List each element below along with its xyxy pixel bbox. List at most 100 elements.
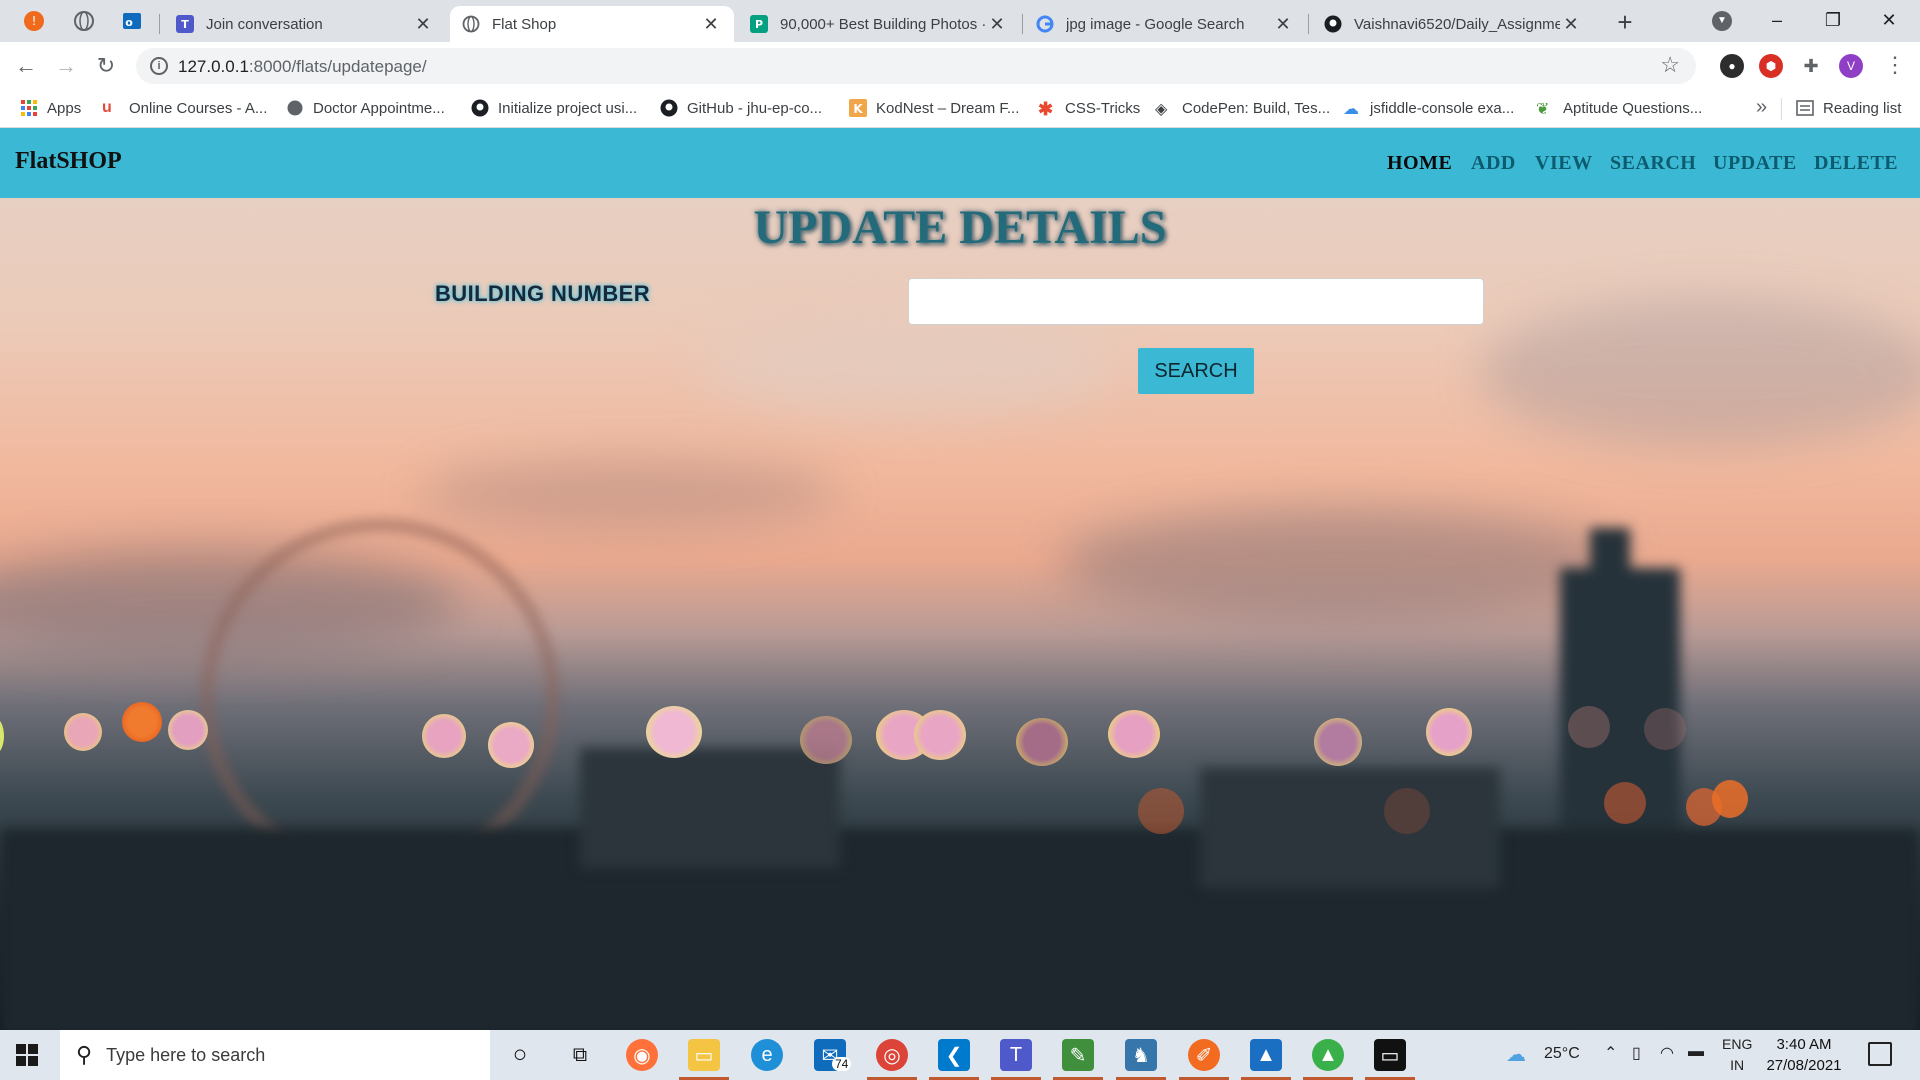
android-studio-icon[interactable]: ▲ [1312, 1039, 1344, 1071]
nav-add[interactable]: ADD [1471, 152, 1516, 175]
svg-text:T: T [181, 18, 189, 31]
task-view-icon[interactable]: ⧉ [564, 1039, 596, 1071]
extensions-puzzle-icon[interactable]: ✚ [1799, 54, 1823, 78]
tab-close-button[interactable]: ✕ [1272, 14, 1294, 35]
new-tab-button[interactable]: + [1610, 8, 1640, 38]
tab-title: 90,000+ Best Building Photos · [780, 15, 986, 33]
vscode-icon[interactable]: ❮ [938, 1039, 970, 1071]
outlook-icon: o [123, 13, 141, 29]
nav-view[interactable]: VIEW [1535, 152, 1593, 175]
bookmark-online-courses[interactable]: u Online Courses - A... [102, 99, 267, 117]
system-clock[interactable]: 3:40 AM 27/08/2021 [1766, 1034, 1842, 1076]
udemy-icon: u [102, 99, 112, 116]
battery-icon[interactable]: ▬ [1688, 1043, 1704, 1061]
svg-text:!: ! [32, 14, 37, 28]
terminal-icon[interactable]: ▭ [1374, 1039, 1406, 1071]
nav-delete[interactable]: DELETE [1814, 152, 1898, 175]
reload-button[interactable]: ↻ [90, 50, 122, 82]
reading-list-button[interactable]: Reading list [1796, 99, 1901, 117]
nav-update[interactable]: UPDATE [1713, 152, 1797, 175]
bookmark-initialize-project[interactable]: Initialize project usi... [471, 99, 637, 117]
minimize-button[interactable]: – [1754, 4, 1800, 36]
bookmark-css-tricks[interactable]: ✱ CSS-Tricks [1038, 99, 1140, 119]
bookmark-jsfiddle[interactable]: ☁ jsfiddle-console exa... [1343, 99, 1514, 119]
weather-temp[interactable]: 25°C [1544, 1045, 1580, 1063]
bookmark-codepen[interactable]: ◈ CodePen: Build, Tes... [1155, 99, 1330, 119]
bookmark-github-jhu[interactable]: GitHub - jhu-ep-co... [660, 99, 822, 117]
github-icon [1324, 15, 1342, 33]
close-window-button[interactable]: ✕ [1866, 4, 1912, 36]
cortana-icon[interactable]: ○ [504, 1039, 536, 1071]
windows-start-icon[interactable] [16, 1044, 38, 1066]
site-brand[interactable]: FlatSHOP [15, 148, 122, 175]
tray-chevron-icon[interactable]: ⌃ [1604, 1043, 1617, 1063]
python-icon[interactable]: ♞ [1125, 1039, 1157, 1071]
github-icon [660, 99, 678, 117]
pinned-tab-globe[interactable] [64, 6, 104, 36]
reading-list-icon [1796, 99, 1814, 117]
tab-join-conversation[interactable]: T Join conversation ✕ [164, 6, 446, 42]
notepad-plus-icon[interactable]: ✎ [1062, 1039, 1094, 1071]
bookmark-aptitude[interactable]: ❦ Aptitude Questions... [1536, 99, 1702, 119]
info-icon[interactable]: i [150, 57, 168, 75]
tab-building-photos[interactable]: P 90,000+ Best Building Photos · ✕ [738, 6, 1020, 42]
page-viewport: FlatSHOP HOME ADD VIEW SEARCH UPDATE DEL… [0, 128, 1920, 1030]
wifi-icon[interactable]: ◠ [1660, 1043, 1674, 1063]
chrome-icon[interactable]: ◎ [876, 1039, 908, 1071]
forward-button[interactable]: → [50, 50, 82, 82]
tab-close-button[interactable]: ✕ [1560, 14, 1582, 35]
tab-title: Flat Shop [492, 15, 557, 33]
bookmark-apps[interactable]: Apps [20, 99, 81, 117]
clock-time: 3:40 AM [1776, 1036, 1832, 1053]
notification-center-icon[interactable] [1868, 1042, 1892, 1066]
edge-icon[interactable]: e [751, 1039, 783, 1071]
brackets-icon[interactable]: ✐ [1188, 1039, 1220, 1071]
firefox-icon[interactable]: ◉ [626, 1039, 658, 1071]
taskbar-search-box[interactable]: ⚲ Type here to search [60, 1030, 490, 1080]
nav-search[interactable]: SEARCH [1610, 152, 1696, 175]
building-number-input[interactable] [908, 278, 1484, 325]
kodnest-icon: K [849, 99, 867, 117]
spy-extension-icon[interactable]: ● [1720, 54, 1744, 78]
pinned-tab-brave[interactable]: ! [14, 6, 54, 36]
url-text[interactable]: 127.0.0.1:8000/flats/updatepage/ [178, 57, 427, 77]
search-icon: ⚲ [76, 1042, 93, 1067]
restore-button[interactable]: ❐ [1810, 4, 1856, 36]
back-button[interactable]: ← [10, 50, 42, 82]
tab-close-button[interactable]: ✕ [986, 14, 1008, 35]
jsfiddle-cloud-icon: ☁ [1343, 101, 1359, 118]
svg-text:P: P [755, 18, 763, 31]
teams-icon: T [176, 15, 194, 33]
search-button[interactable]: SEARCH [1138, 348, 1254, 394]
bookmark-kodnest[interactable]: K KodNest – Dream F... [849, 99, 1019, 117]
svg-text:o: o [125, 16, 133, 29]
address-bar[interactable]: i 127.0.0.1:8000/flats/updatepage/ ☆ [136, 48, 1696, 84]
pexels-icon: P [750, 15, 768, 33]
pinned-tab-outlook[interactable]: o [112, 6, 152, 36]
menu-kebab-icon[interactable]: ⋮ [1884, 52, 1906, 78]
tab-flat-shop[interactable]: Flat Shop ✕ [450, 6, 734, 42]
tab-strip: ! o T Join conversation ✕ Flat Shop ✕ P … [0, 0, 1920, 42]
tab-search-icon[interactable]: ▼ [1712, 11, 1732, 31]
bookmark-star-icon[interactable]: ☆ [1660, 52, 1680, 78]
taskbar-search-placeholder: Type here to search [106, 1044, 266, 1065]
language-indicator[interactable]: ENG IN [1722, 1034, 1752, 1076]
building-number-label: BUILDING NUMBER [435, 281, 650, 306]
teams-icon[interactable]: T [1000, 1039, 1032, 1071]
clock-date: 27/08/2021 [1766, 1057, 1842, 1074]
tab-github[interactable]: Vaishnavi6520/Daily_Assignmen ✕ [1312, 6, 1594, 42]
bookmarks-overflow-button[interactable]: » [1756, 96, 1767, 119]
bookmark-doctor-appointment[interactable]: Doctor Appointme... [286, 99, 445, 117]
profile-avatar[interactable]: V [1839, 54, 1863, 78]
mail-badge: 74 [832, 1057, 852, 1071]
file-explorer-icon[interactable]: ▭ [688, 1039, 720, 1071]
weather-icon[interactable]: ☁ [1506, 1042, 1526, 1067]
tab-title: jpg image - Google Search [1066, 15, 1245, 33]
nav-home[interactable]: HOME [1387, 152, 1452, 175]
tab-close-button[interactable]: ✕ [412, 14, 434, 35]
adblock-extension-icon[interactable]: ⬢ [1759, 54, 1783, 78]
tab-google-search[interactable]: jpg image - Google Search ✕ [1024, 6, 1306, 42]
tab-close-button[interactable]: ✕ [700, 14, 722, 35]
device-icon[interactable]: ▯ [1632, 1043, 1641, 1063]
photos-icon[interactable]: ▲ [1250, 1039, 1282, 1071]
